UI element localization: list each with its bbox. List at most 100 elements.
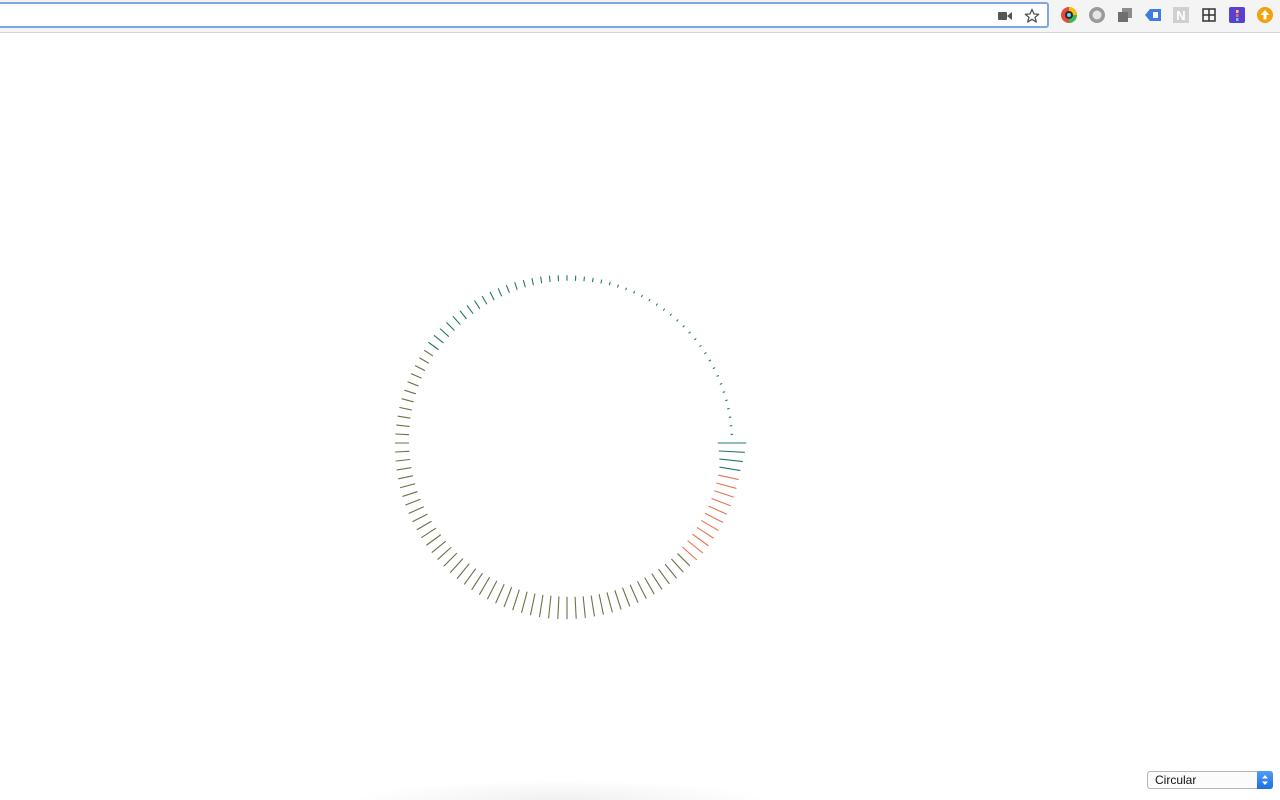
ring-tick: [687, 540, 704, 554]
ring-tick: [487, 580, 498, 600]
ring-tick: [648, 298, 651, 302]
address-input[interactable]: [4, 6, 988, 26]
ring-tick: [397, 415, 411, 419]
ring-tick: [629, 584, 639, 603]
ring-tick: [590, 595, 595, 617]
ring-tick: [531, 277, 534, 286]
ring-tick: [719, 383, 723, 385]
layout-mode-selected-value: Circular: [1155, 773, 1197, 787]
ring-tick: [439, 328, 450, 337]
ring-tick: [669, 313, 672, 316]
ring-tick: [401, 398, 414, 403]
gray-circle-extension-icon[interactable]: [1087, 5, 1107, 25]
ring-tick: [446, 322, 455, 331]
ring-tick: [692, 533, 709, 547]
ring-tick: [637, 581, 647, 599]
ring-tick: [704, 352, 707, 355]
ring-tick: [481, 295, 488, 305]
ring-tick: [452, 316, 461, 325]
ring-tick: [622, 587, 631, 607]
ring-tick: [614, 590, 622, 610]
ring-tick: [405, 498, 421, 506]
ring-tick: [548, 275, 551, 283]
svg-text:N: N: [1176, 8, 1185, 23]
grid-extension-icon[interactable]: [1199, 5, 1219, 25]
ring-tick: [412, 513, 428, 523]
ring-tick: [696, 527, 714, 539]
purple-tile-extension-icon[interactable]: [1227, 5, 1247, 25]
ring-tick: [522, 279, 526, 288]
ring-tick: [399, 483, 416, 489]
ring-tick: [557, 596, 560, 620]
ring-tick: [431, 540, 447, 553]
ring-tick: [598, 594, 604, 615]
ring-tick: [407, 381, 419, 387]
n-extension-icon[interactable]: N: [1171, 5, 1191, 25]
color-picker-extension-icon[interactable]: [1059, 5, 1079, 25]
ring-tick: [540, 276, 543, 284]
address-bar[interactable]: [0, 2, 1049, 28]
blue-tag-extension-icon[interactable]: [1143, 5, 1163, 25]
ring-tick: [677, 553, 691, 567]
ring-tick: [704, 512, 724, 523]
ring-tick: [419, 357, 429, 364]
star-icon[interactable]: [1023, 7, 1041, 25]
ring-tick: [716, 375, 720, 377]
ring-tick: [396, 424, 410, 427]
ring-tick: [479, 576, 490, 595]
ring-tick: [456, 563, 470, 579]
ring-tick: [591, 277, 594, 283]
select-arrows-icon: [1257, 771, 1273, 789]
ring-tick: [625, 287, 627, 291]
ring-tick: [529, 593, 536, 616]
ring-tick: [718, 474, 739, 480]
ring-tick: [644, 577, 655, 595]
ring-tick: [640, 294, 643, 298]
ring-tick: [428, 341, 439, 351]
browser-toolbar: N: [0, 0, 1280, 33]
ring-tick: [711, 498, 731, 507]
ring-tick: [466, 305, 474, 314]
ring-tick: [662, 308, 666, 311]
ring-tick: [395, 458, 411, 462]
ring-tick: [606, 592, 613, 613]
stacked-windows-extension-icon[interactable]: [1115, 5, 1135, 25]
ring-tick: [512, 589, 520, 611]
bottom-shadow: [350, 780, 770, 800]
ring-tick: [664, 563, 677, 579]
ring-tick: [719, 466, 741, 471]
orange-upload-extension-icon[interactable]: [1255, 5, 1275, 25]
ring-tick: [688, 331, 691, 334]
layout-mode-select[interactable]: Circular: [1147, 771, 1273, 789]
ring-tick: [474, 300, 481, 309]
ring-tick: [471, 572, 483, 590]
ring-tick: [682, 546, 698, 561]
ring-tick: [463, 568, 477, 585]
ring-tick: [716, 482, 737, 489]
video-camera-icon[interactable]: [996, 7, 1014, 25]
ring-tick: [437, 546, 452, 560]
ring-tick: [395, 433, 410, 436]
ring-tick: [714, 490, 734, 498]
ring-tick: [658, 568, 670, 585]
ring-tick: [655, 303, 658, 306]
ring-tick: [421, 527, 437, 538]
ring-tick: [398, 475, 414, 480]
ring-tick: [712, 367, 716, 370]
ring-tick: [682, 325, 685, 328]
ring-tick: [414, 365, 426, 371]
ring-tick: [699, 344, 702, 348]
ring-tick: [538, 594, 544, 618]
ring-tick: [402, 491, 418, 497]
ring-tick: [708, 505, 728, 515]
ring-tick: [459, 310, 467, 320]
ring-tick: [424, 349, 434, 357]
ring-tick: [718, 450, 745, 453]
ring-tick: [443, 552, 458, 567]
ring-tick: [676, 319, 679, 322]
ring-tick: [694, 338, 697, 341]
circular-visualization: [394, 275, 747, 620]
ring-tick: [396, 467, 412, 471]
ring-tick: [708, 359, 712, 362]
ring-tick: [671, 558, 684, 573]
